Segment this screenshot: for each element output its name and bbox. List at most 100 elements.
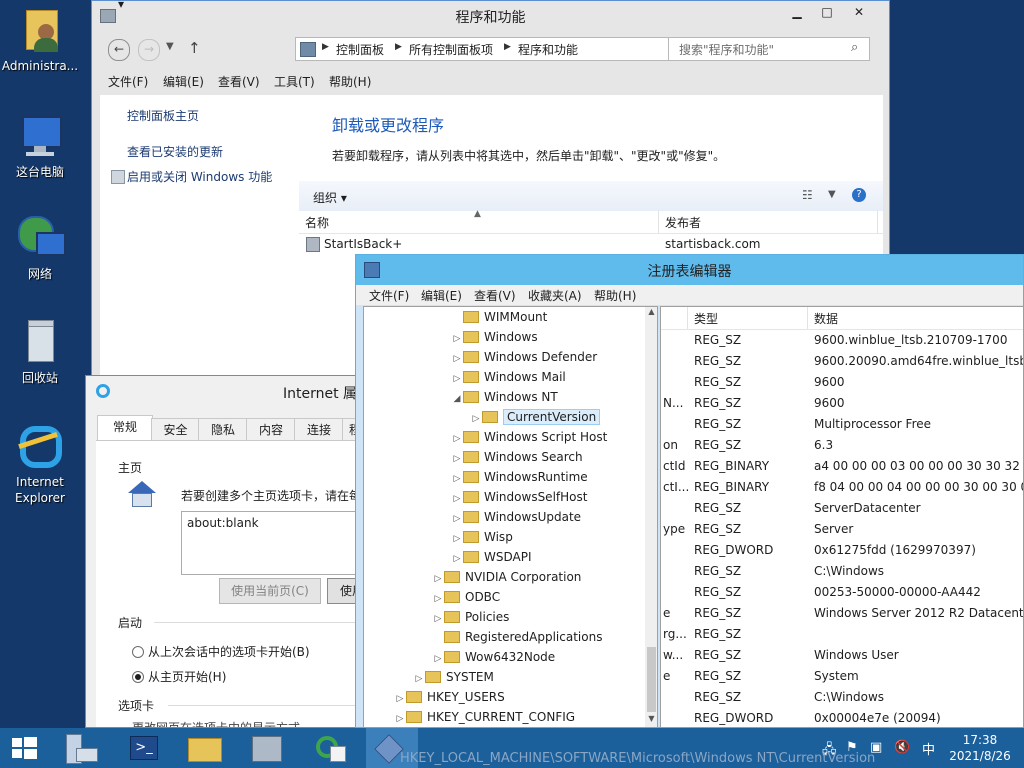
registry-value-row[interactable]: REG_SZ 00253-50000-00000-AA442: [661, 582, 1023, 603]
registry-value-row[interactable]: REG_SZ ServerDatacenter: [661, 498, 1023, 519]
collapsed-arrow-icon[interactable]: ▷: [451, 349, 463, 369]
collapsed-arrow-icon[interactable]: ▷: [451, 549, 463, 569]
ime-indicator[interactable]: 中: [922, 739, 935, 758]
tab-connections[interactable]: 连接: [294, 418, 344, 441]
breadcrumb-item[interactable]: 程序和功能: [518, 41, 578, 58]
tree-node[interactable]: ▷ Windows Mail: [451, 367, 566, 387]
link-control-panel-home[interactable]: 控制面板主页: [127, 107, 199, 124]
programs-titlebar[interactable]: ▾ 程序和功能 ▁ □ ✕: [92, 1, 889, 31]
tree-scrollbar[interactable]: ▲ ▼: [645, 307, 657, 727]
volume-muted-icon[interactable]: 🔇: [894, 740, 910, 755]
link-windows-features[interactable]: 启用或关闭 Windows 功能: [127, 168, 272, 185]
collapsed-arrow-icon[interactable]: ▷: [432, 589, 444, 609]
tree-node[interactable]: RegisteredApplications: [432, 627, 602, 647]
expanded-arrow-icon[interactable]: ◢: [451, 389, 463, 409]
tab-content[interactable]: 内容: [246, 418, 296, 441]
breadcrumb-item[interactable]: 控制面板: [336, 41, 384, 58]
up-arrow-icon[interactable]: ↑: [188, 39, 201, 57]
desktop-icon-network[interactable]: 网络: [0, 214, 80, 282]
tree-node[interactable]: ▷ Windows Search: [451, 447, 583, 467]
radio-last-session[interactable]: [132, 646, 144, 658]
tree-node[interactable]: ▷ SYSTEM: [413, 667, 494, 687]
collapsed-arrow-icon[interactable]: ▷: [451, 429, 463, 449]
menu-help[interactable]: 帮助(H): [594, 287, 636, 304]
search-box[interactable]: 搜索"程序和功能" ⌕: [668, 37, 870, 61]
minimize-button[interactable]: ▁: [782, 1, 812, 23]
registry-value-row[interactable]: e REG_SZ System: [661, 666, 1023, 687]
registry-value-row[interactable]: ype REG_SZ Server: [661, 519, 1023, 540]
control-panel-button[interactable]: [242, 728, 294, 768]
tree-node[interactable]: ▷ Windows Defender: [451, 347, 598, 369]
tree-node[interactable]: WIMMount: [451, 307, 547, 327]
start-button[interactable]: [0, 728, 52, 768]
tree-node[interactable]: ▷ Windows: [451, 327, 538, 347]
menu-file[interactable]: 文件(F): [108, 73, 148, 90]
menu-tools[interactable]: 工具(T): [274, 73, 315, 90]
internet-options-titlebar[interactable]: Internet 属: [86, 376, 364, 406]
collapsed-arrow-icon[interactable]: ▷: [451, 329, 463, 349]
internet-options-button[interactable]: [304, 728, 356, 768]
menu-help[interactable]: 帮助(H): [329, 73, 371, 90]
view-options-icon[interactable]: ☷: [802, 188, 813, 202]
tree-node[interactable]: ▷ Windows Script Host: [451, 427, 608, 449]
column-data[interactable]: 数据: [814, 310, 838, 327]
registry-value-row[interactable]: ctI... REG_BINARY f8 04 00 00 04 00 00 00 …: [661, 477, 1023, 498]
menu-view[interactable]: 查看(V): [218, 73, 260, 90]
tree-node[interactable]: ▷ HKEY_USERS: [394, 687, 505, 707]
collapsed-arrow-icon[interactable]: ▷: [413, 669, 425, 689]
tree-node[interactable]: ▷ WSDAPI: [451, 547, 532, 567]
tree-node[interactable]: ▷ WindowsUpdate: [451, 507, 582, 529]
menu-favorites[interactable]: 收藏夹(A): [528, 287, 582, 304]
column-name[interactable]: 名称: [305, 214, 329, 231]
tree-node[interactable]: ▷ HKEY_CURRENT_CONFIG: [394, 707, 576, 727]
registry-value-row[interactable]: REG_DWORD 0x00004e7e (20094): [661, 708, 1023, 727]
file-explorer-button[interactable]: [180, 728, 232, 768]
tree-node[interactable]: ▷ CurrentVersion: [470, 407, 601, 429]
close-button[interactable]: ✕: [844, 1, 874, 23]
tab-security[interactable]: 安全: [151, 418, 200, 441]
view-dropdown-icon[interactable]: ▼: [828, 189, 836, 200]
tab-privacy[interactable]: 隐私: [198, 418, 248, 441]
desktop-icon-administrator[interactable]: Administra...: [0, 6, 80, 74]
tree-node[interactable]: ▷ Wow6432Node: [432, 647, 556, 667]
registry-value-row[interactable]: REG_SZ 9600.winblue_ltsb.210709-1700: [661, 330, 1023, 351]
registry-value-row[interactable]: w... REG_SZ Windows User: [661, 645, 1023, 666]
menu-edit[interactable]: 编辑(E): [421, 287, 462, 304]
registry-value-row[interactable]: REG_SZ 9600: [661, 372, 1023, 393]
desktop-icon-this-pc[interactable]: 这台电脑: [0, 112, 80, 180]
column-type[interactable]: 类型: [694, 310, 718, 327]
registry-value-row[interactable]: REG_SZ 9600.20090.amd64fre.winblue_ltsb.2…: [661, 351, 1023, 372]
collapsed-arrow-icon[interactable]: ▷: [470, 409, 482, 429]
collapsed-arrow-icon[interactable]: ▷: [432, 609, 444, 629]
tree-node[interactable]: ▷ WindowsSelfHost: [451, 487, 588, 509]
menu-edit[interactable]: 编辑(E): [163, 73, 204, 90]
registry-value-row[interactable]: ctId REG_BINARY a4 00 00 00 03 00 00 00 30…: [661, 456, 1023, 477]
registry-value-row[interactable]: rg... REG_SZ: [661, 624, 1023, 645]
forward-button[interactable]: →: [138, 39, 160, 61]
registry-value-row[interactable]: N... REG_SZ 9600: [661, 393, 1023, 414]
help-icon[interactable]: ?: [852, 188, 866, 202]
collapsed-arrow-icon[interactable]: ▷: [394, 709, 406, 727]
registry-value-row[interactable]: REG_SZ C:\Windows: [661, 561, 1023, 582]
tree-node[interactable]: ▷ Wisp: [451, 527, 513, 547]
search-input[interactable]: 搜索"程序和功能": [679, 41, 774, 58]
tree-node[interactable]: ▷ WindowsRuntime: [451, 467, 588, 487]
collapsed-arrow-icon[interactable]: ▷: [451, 489, 463, 509]
registry-value-row[interactable]: REG_SZ Multiprocessor Free: [661, 414, 1023, 435]
scroll-up-icon[interactable]: ▲: [645, 307, 657, 321]
collapsed-arrow-icon[interactable]: ▷: [451, 529, 463, 549]
tree-node[interactable]: ◢ Windows NT: [451, 387, 558, 407]
link-view-installed-updates[interactable]: 查看已安装的更新: [127, 143, 223, 160]
collapsed-arrow-icon[interactable]: ▷: [451, 509, 463, 529]
maximize-button[interactable]: □: [812, 1, 842, 23]
clock[interactable]: 17:38 2021/8/26: [946, 732, 1014, 764]
back-button[interactable]: ←: [108, 39, 130, 61]
registry-value-row[interactable]: REG_SZ C:\Windows: [661, 687, 1023, 708]
table-row[interactable]: StartIsBack+ startisback.com: [299, 234, 883, 255]
breadcrumb-item[interactable]: 所有控制面板项: [409, 41, 493, 58]
powershell-button[interactable]: >_: [118, 728, 170, 768]
registry-values-list[interactable]: 类型 数据 REG_SZ 9600.winblue_ltsb.210709-170…: [660, 306, 1023, 727]
menu-file[interactable]: 文件(F): [369, 287, 409, 304]
recent-pages-chevron-icon[interactable]: ▼: [166, 41, 174, 52]
registry-value-row[interactable]: e REG_SZ Windows Server 2012 R2 Datacenter: [661, 603, 1023, 624]
